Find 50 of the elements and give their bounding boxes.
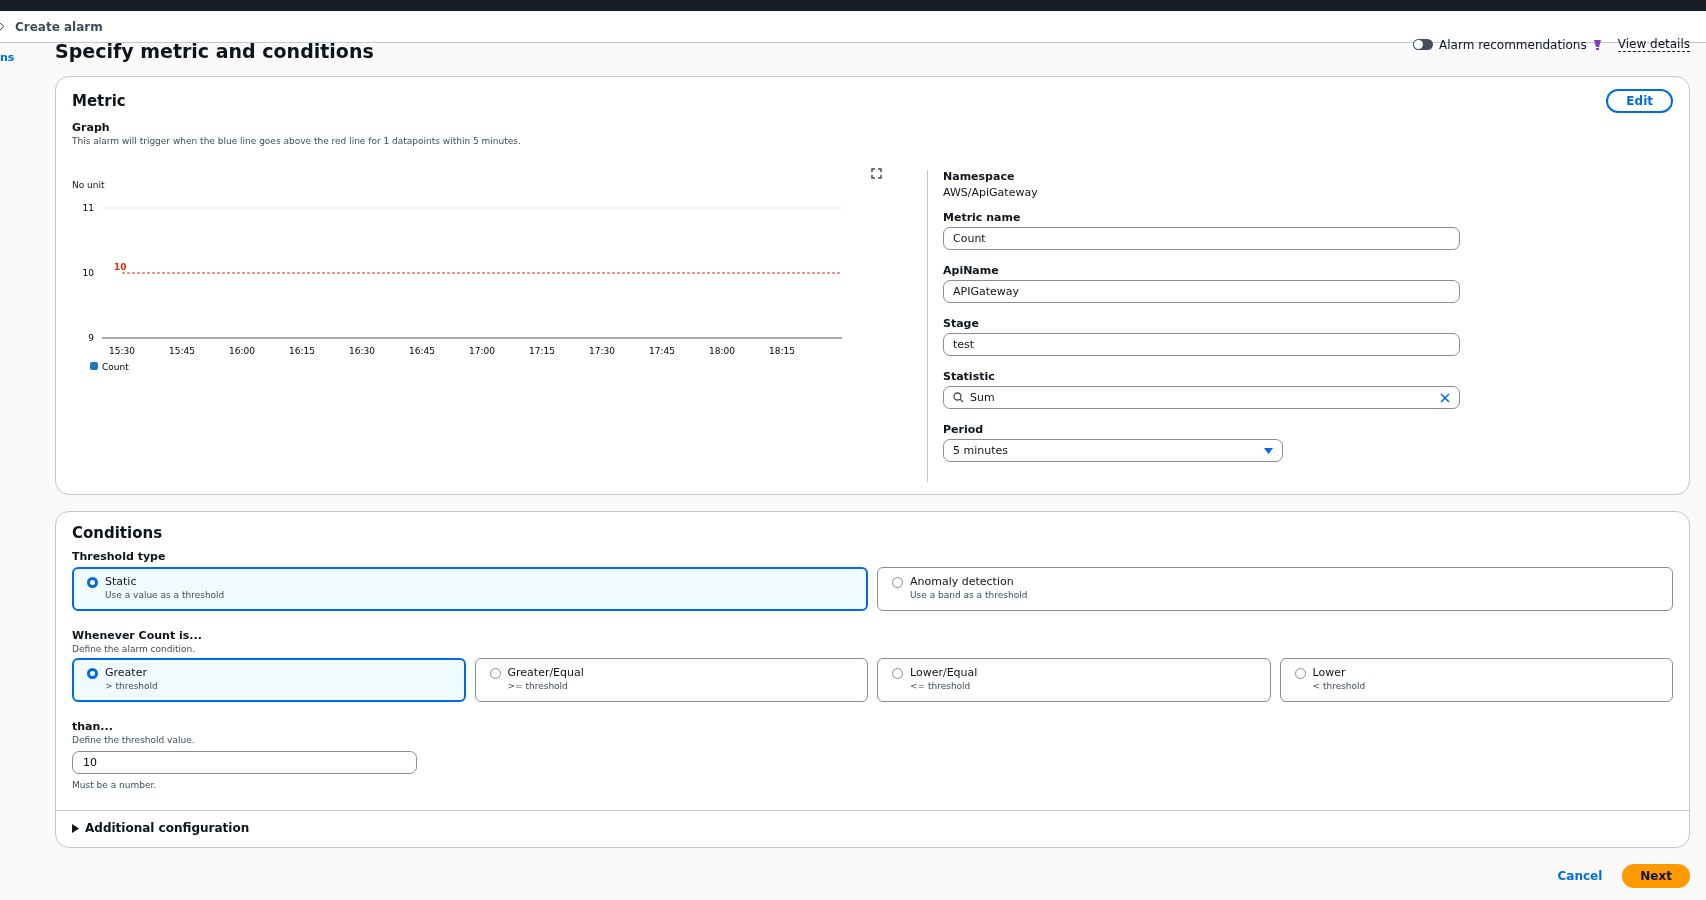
x-tick-label: 17:00 xyxy=(469,346,495,356)
x-tick-label: 16:45 xyxy=(409,346,435,356)
field-label: Whenever Count is... xyxy=(72,629,203,642)
option-label: Greater xyxy=(105,666,148,679)
field-description: Define the threshold value. xyxy=(72,735,196,745)
x-tick-label: 15:30 xyxy=(109,346,135,356)
card-title: Metric xyxy=(72,92,126,110)
option-description: < threshold xyxy=(1312,681,1366,691)
option-description: >= threshold xyxy=(507,681,569,691)
field-label: Period xyxy=(943,423,985,436)
field-label: Threshold type xyxy=(72,550,167,563)
field-label: Metric name xyxy=(943,211,1022,224)
x-tick-label: 15:45 xyxy=(169,346,195,356)
x-tick-label: 18:15 xyxy=(769,346,795,356)
y-tick-label: 10 xyxy=(82,268,94,278)
y-axis-label: No unit xyxy=(72,180,105,190)
option-description: Use a band as a threshold xyxy=(910,590,1028,600)
option-label: Lower xyxy=(1312,666,1347,679)
option-description: Use a value as a threshold xyxy=(105,590,225,600)
y-tick-label: 11 xyxy=(82,203,94,213)
graph-description: This alarm will trigger when the blue line goes above the red line for 1 datapoints within 5 minutes. xyxy=(72,136,522,146)
breadcrumb-current: Create alarm xyxy=(15,19,103,34)
field-label: ApiName xyxy=(943,264,1000,277)
option-description: > threshold xyxy=(105,681,158,691)
card-title: Conditions xyxy=(72,524,164,542)
threshold-label: 10 xyxy=(114,262,127,272)
field-label: Statistic xyxy=(943,370,996,383)
x-tick-label: 17:30 xyxy=(589,346,615,356)
namespace-value: AWS/ApiGateway xyxy=(943,186,1039,199)
x-tick-label: 18:00 xyxy=(709,346,735,356)
field-label: than... xyxy=(72,720,114,733)
field-label: Stage xyxy=(943,317,980,330)
page-title: Specify metric and conditions xyxy=(55,40,374,62)
graph-title: Graph xyxy=(72,121,111,134)
x-tick-label: 16:00 xyxy=(229,346,255,356)
option-label: Static xyxy=(105,575,138,588)
option-description: <= threshold xyxy=(910,681,972,691)
x-tick-label: 16:15 xyxy=(289,346,315,356)
option-label: Anomaly detection xyxy=(910,575,1015,588)
legend-label: Count xyxy=(102,362,129,372)
option-label: Greater/Equal xyxy=(507,666,584,679)
x-tick-label: 17:15 xyxy=(529,346,555,356)
y-tick-label: 9 xyxy=(88,333,94,343)
field-label: Namespace xyxy=(943,170,1016,183)
x-tick-label: 16:30 xyxy=(349,346,375,356)
toggle-label: Alarm recommendations xyxy=(1439,37,1587,52)
x-tick-label: 17:45 xyxy=(649,346,675,356)
field-description: Define the alarm condition. xyxy=(72,644,197,654)
option-label: Lower/Equal xyxy=(910,666,978,679)
field-hint: Must be a number. xyxy=(72,780,158,790)
